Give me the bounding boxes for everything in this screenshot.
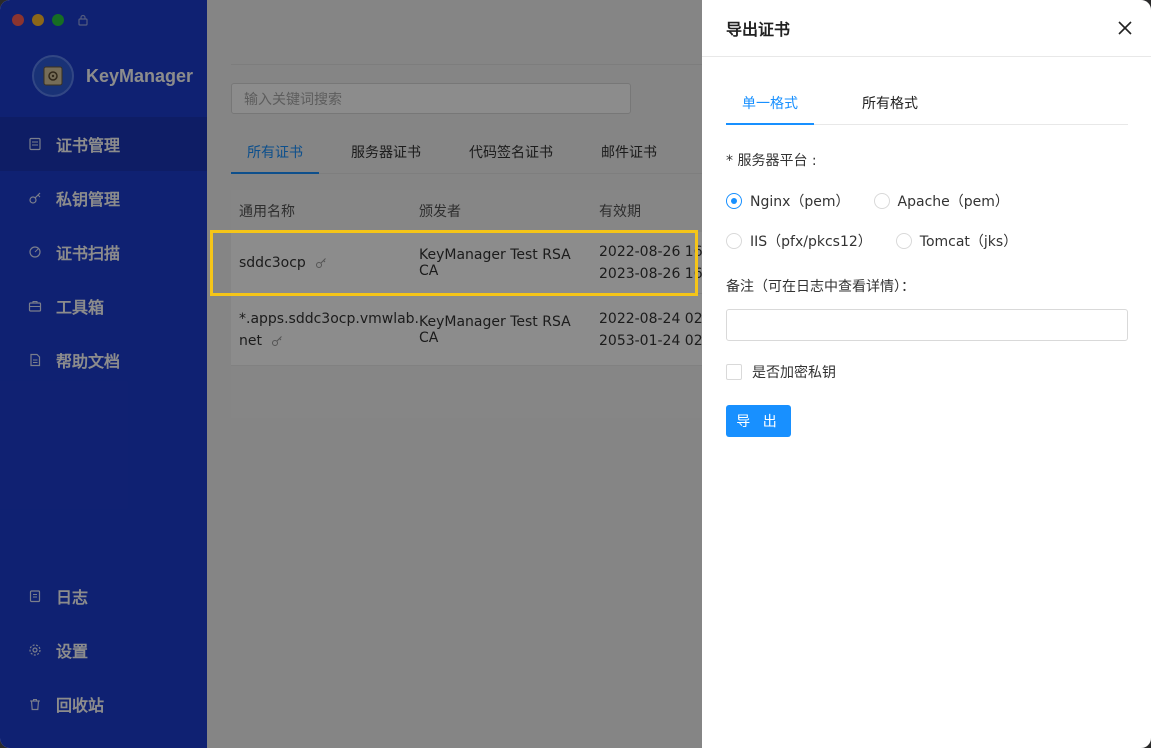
- radio-nginx[interactable]: Nginx（pem）: [726, 191, 850, 211]
- radio-label: IIS（pfx/pkcs12）: [750, 234, 872, 250]
- radio-tomcat[interactable]: Tomcat（jks）: [895, 231, 1018, 251]
- platform-radio-group-2: IIS（pfx/pkcs12） Tomcat（jks）: [726, 231, 1017, 251]
- drawer-header: 导出证书: [702, 0, 1151, 57]
- export-cert-drawer: 导出证书 单一格式 所有格式 * 服务器平台 : Nginx（pem） Apac…: [702, 0, 1151, 748]
- radio-apache[interactable]: Apache（pem）: [873, 191, 1009, 211]
- app-window: KeyManager 证书管理 私钥管理 证书扫描 工具箱 帮助文档 日志 设置…: [0, 0, 1151, 748]
- encrypt-private-key-option[interactable]: 是否加密私钥: [726, 362, 836, 382]
- encrypt-checkbox[interactable]: [726, 364, 742, 380]
- note-input[interactable]: [726, 309, 1128, 341]
- encrypt-label: 是否加密私钥: [752, 365, 836, 381]
- radio-label: Tomcat（jks）: [919, 234, 1018, 250]
- radio-button[interactable]: [726, 193, 742, 209]
- drawer-title: 导出证书: [726, 20, 791, 39]
- radio-button[interactable]: [873, 193, 890, 209]
- export-button[interactable]: 导 出: [726, 405, 791, 437]
- export-format-tabs: 单一格式 所有格式: [726, 82, 1128, 125]
- close-icon[interactable]: [1117, 20, 1133, 36]
- tab-single-format[interactable]: 单一格式: [726, 82, 814, 125]
- radio-label: Apache（pem）: [897, 194, 1009, 210]
- platform-radio-group: Nginx（pem） Apache（pem）: [726, 191, 1009, 211]
- tab-all-formats[interactable]: 所有格式: [846, 82, 934, 124]
- radio-iis[interactable]: IIS（pfx/pkcs12）: [726, 231, 872, 251]
- radio-button[interactable]: [726, 233, 742, 249]
- radio-button[interactable]: [895, 233, 912, 249]
- note-label: 备注（可在日志中查看详情）：: [726, 279, 915, 295]
- platform-label: * 服务器平台 :: [726, 153, 817, 169]
- radio-label: Nginx（pem）: [750, 194, 850, 210]
